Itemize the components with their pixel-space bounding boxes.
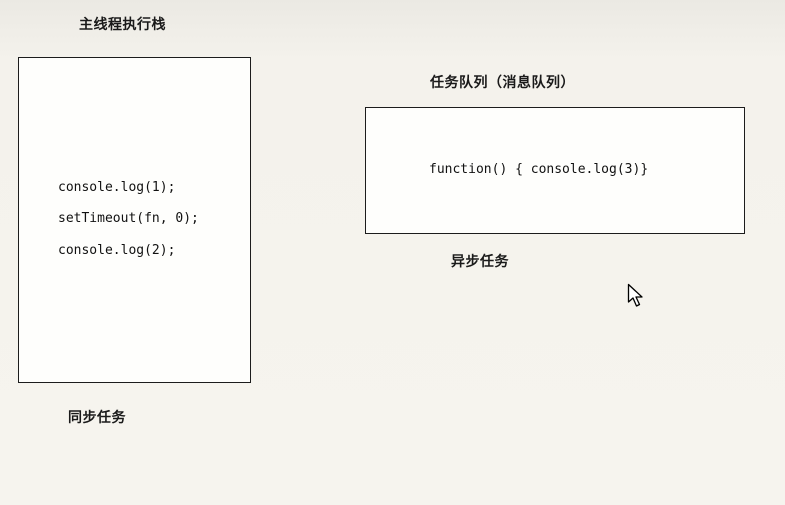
code-line: console.log(1); xyxy=(58,180,176,195)
main-stack-box: console.log(1); setTimeout(fn, 0); conso… xyxy=(18,57,251,383)
code-line: setTimeout(fn, 0); xyxy=(58,211,199,226)
queue-callback: function() { console.log(3)} xyxy=(429,162,649,177)
task-queue-box: function() { console.log(3)} xyxy=(365,107,745,234)
task-queue-title: 任务队列（消息队列） xyxy=(430,75,575,91)
sync-task-label: 同步任务 xyxy=(68,410,126,426)
async-task-label: 异步任务 xyxy=(451,254,509,270)
mouse-pointer-icon xyxy=(627,283,643,307)
code-line: console.log(2); xyxy=(58,243,176,258)
main-stack-title: 主线程执行栈 xyxy=(79,17,166,33)
